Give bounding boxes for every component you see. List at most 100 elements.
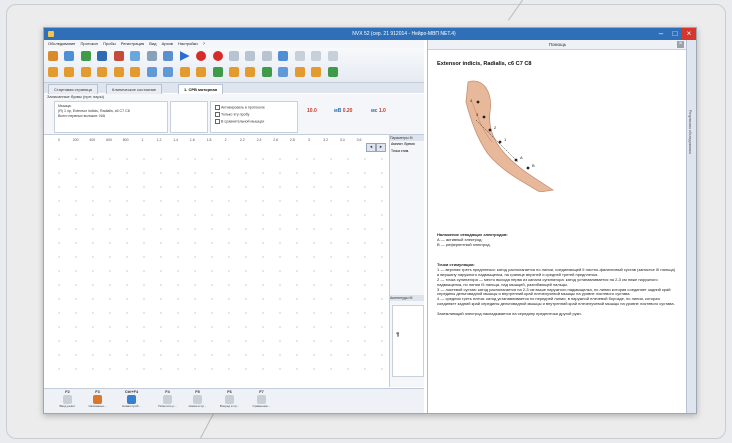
grid-dot: [228, 354, 230, 356]
stimulus-4-icon[interactable]: [97, 67, 108, 77]
zoom-icon[interactable]: [311, 67, 322, 77]
sweep-param[interactable]: 10.0: [307, 108, 317, 114]
grid-icon[interactable]: [245, 51, 256, 61]
speed-icon[interactable]: [278, 67, 289, 77]
protocol-icon[interactable]: [130, 51, 141, 61]
muscle-value[interactable]: (R) 1 эр, Extensor indicis, Radialis, c6…: [58, 109, 164, 113]
grid-dot: [296, 354, 298, 356]
f3-button[interactable]: F3 Связанные...: [84, 390, 111, 413]
time-column[interactable]: Время: [404, 142, 414, 146]
amplitude-column[interactable]: Амплит.: [391, 142, 403, 146]
f2-button[interactable]: F2 Ввод реакт.: [54, 390, 81, 413]
f5-button[interactable]: F5 Новая в пр...: [184, 390, 211, 413]
grid-dot: [211, 284, 213, 286]
tab-motor-ncs[interactable]: 1. СРВ моторная: [178, 84, 224, 94]
stimulus-6-icon[interactable]: [130, 67, 141, 77]
only-this-test-checkbox[interactable]: Только эту пробу: [215, 112, 249, 117]
sensitivity-param[interactable]: мВ 0.20: [334, 108, 352, 114]
grid-dot: [245, 228, 247, 230]
ctrl-f4-button[interactable]: Ctrl+F4 Новая проб...: [118, 390, 145, 413]
signal-grid: [58, 158, 383, 370]
stimulus-5-icon[interactable]: [113, 67, 124, 77]
chart-icon[interactable]: [163, 51, 174, 61]
f4-button[interactable]: F4 Пометить р...: [154, 390, 181, 413]
grid-dot: [364, 256, 366, 258]
measure-icon[interactable]: [212, 67, 223, 77]
grid-dot: [143, 312, 145, 314]
filter-icon[interactable]: [311, 51, 322, 61]
play-icon[interactable]: [179, 51, 190, 61]
grid-dot: [211, 200, 213, 202]
menu-item-protocol[interactable]: Протокол: [80, 41, 98, 46]
cursor-icon[interactable]: [327, 51, 338, 61]
pause-icon[interactable]: [228, 51, 239, 61]
f7-button[interactable]: F7 Сравнение...: [248, 390, 275, 413]
wave-icon[interactable]: [294, 67, 305, 77]
stim-point-item[interactable]: Точка стим.: [391, 149, 409, 153]
results-side-tab[interactable]: Результаты обследования: [686, 40, 696, 413]
menu-item-help[interactable]: ?: [203, 41, 205, 46]
open-icon[interactable]: [64, 51, 75, 61]
stimulation-box[interactable]: [170, 101, 208, 133]
tab-start-page[interactable]: Стартовая страница: [48, 84, 98, 94]
amplitude-icon[interactable]: [228, 67, 239, 77]
menu-item-examination[interactable]: Обследование: [48, 41, 75, 46]
menu-item-view[interactable]: Вид: [149, 41, 156, 46]
grid-dot: [143, 340, 145, 342]
grid-dot: [245, 256, 247, 258]
list-icon[interactable]: [261, 51, 272, 61]
stimulus-3-icon[interactable]: [80, 67, 91, 77]
report-icon[interactable]: [113, 51, 124, 61]
grid-dot: [177, 354, 179, 356]
settings-icon[interactable]: [294, 51, 305, 61]
menu-item-archive[interactable]: Архив: [162, 41, 173, 46]
help-close-button[interactable]: ×: [677, 41, 684, 48]
stop-icon[interactable]: [212, 51, 223, 61]
patient-icon[interactable]: [48, 51, 58, 61]
maximize-button[interactable]: □: [668, 28, 682, 40]
grid-dot: [143, 284, 145, 286]
compare-icon[interactable]: [261, 67, 272, 77]
m-params-header: Параметры М: [390, 135, 424, 141]
minimize-button[interactable]: –: [654, 28, 668, 40]
signal-chart-area[interactable]: 0 200 400 600 800 1 1.2 1.4 1.6 1.8 2 2.2 2.4 2.6 2.8 3…: [44, 135, 390, 387]
print-icon[interactable]: [97, 51, 108, 61]
compare-muscles-checkbox[interactable]: В сравнительной мышцах: [215, 119, 264, 124]
table-icon[interactable]: [146, 51, 157, 61]
grid-dot: [347, 326, 349, 328]
marker-3-icon[interactable]: [179, 67, 190, 77]
grid-dot: [228, 228, 230, 230]
grid-dot: [109, 340, 111, 342]
duration-param[interactable]: мс 1.0: [371, 108, 386, 114]
svg-text:2: 2: [494, 125, 497, 130]
grid-dot: [279, 312, 281, 314]
f6-button[interactable]: F6 Вперед в пр...: [216, 390, 243, 413]
latency-icon[interactable]: [245, 67, 256, 77]
grid-dot: [160, 340, 162, 342]
grid-dot: [364, 340, 366, 342]
grid-dot: [194, 200, 196, 202]
export-icon[interactable]: [327, 67, 338, 77]
menu-item-tests[interactable]: Пробы: [103, 41, 116, 46]
menu-item-recording[interactable]: Регистрация: [121, 41, 144, 46]
stimulus-1-icon[interactable]: [48, 67, 58, 77]
save-icon[interactable]: [80, 51, 91, 61]
sound-icon[interactable]: [278, 51, 289, 61]
marker-2-icon[interactable]: [163, 67, 174, 77]
grid-dot: [92, 186, 94, 188]
close-button[interactable]: ×: [682, 28, 696, 40]
stimulus-2-icon[interactable]: [64, 67, 75, 77]
grid-dot: [126, 312, 128, 314]
tab-clinical-state[interactable]: Клиническое состояние: [106, 84, 163, 94]
grid-dot: [109, 312, 111, 314]
menu-item-settings[interactable]: Настройки: [178, 41, 198, 46]
grid-dot: [347, 354, 349, 356]
activate-in-protocol-checkbox[interactable]: Активировать в протоколе: [215, 105, 265, 110]
grid-dot: [92, 200, 94, 202]
record-icon[interactable]: [196, 51, 207, 61]
marker-4-icon[interactable]: [196, 67, 207, 77]
marker-1-icon[interactable]: [146, 67, 157, 77]
grid-dot: [92, 214, 94, 216]
grid-dot: [143, 298, 145, 300]
grid-dot: [262, 242, 264, 244]
